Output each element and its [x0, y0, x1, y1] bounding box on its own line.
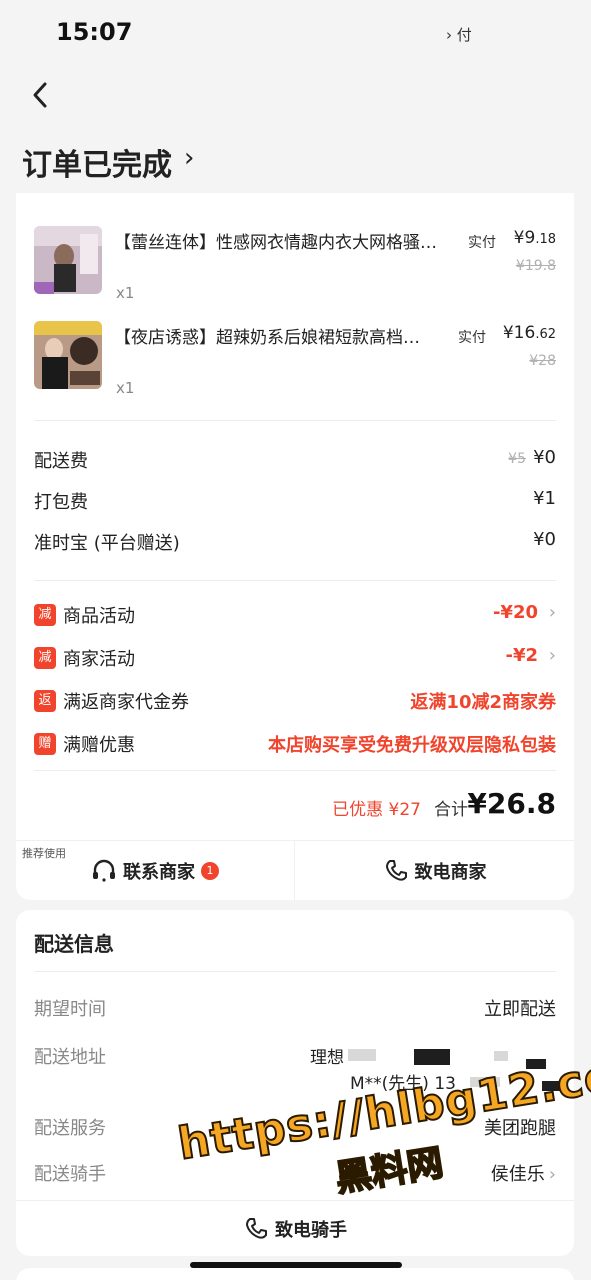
fee-value: ¥0	[533, 447, 556, 468]
address-row: 配送地址 理想 M**(先生) 13	[34, 1041, 564, 1101]
redacted-block	[494, 1051, 508, 1061]
fee-row-delivery: 配送费 ¥5 ¥0	[34, 445, 556, 475]
recommend-tag: 推荐使用	[22, 847, 66, 860]
promo-value: -¥20	[492, 602, 538, 623]
divider	[34, 420, 556, 421]
total-value: ¥26.8	[467, 787, 556, 820]
fee-value: ¥1	[533, 488, 556, 509]
promo-label: 满赠优惠	[63, 735, 135, 756]
redacted-block	[348, 1049, 376, 1061]
product-item[interactable]: 【夜店诱惑】超辣奶系后娘裙短款高档… 实付 ¥16.62 ¥28 x1	[34, 321, 556, 401]
divider	[34, 971, 556, 972]
promo-row-gift: 赠 满赠优惠 本店购买享受免费升级双层隐私包装	[34, 730, 556, 760]
saved-amount: 已优惠 ¥27	[332, 800, 421, 820]
info-label: 配送骑手	[34, 1164, 106, 1185]
chevron-right-icon: ›	[548, 1164, 556, 1185]
call-rider-label: 致电骑手	[275, 1219, 347, 1241]
discount-badge: 减	[34, 604, 56, 626]
info-value: 立即配送	[484, 999, 556, 1020]
product-qty: x1	[116, 379, 135, 397]
promo-row-product-activity[interactable]: 减 商品活动 -¥20 ›	[34, 601, 556, 631]
status-right-text: › 付	[446, 26, 472, 44]
action-bar: 联系商家 1 致电商家 推荐使用	[16, 840, 574, 901]
paid-amount: ¥9.18	[513, 228, 556, 248]
delivery-section-title: 配送信息	[34, 932, 114, 956]
next-card-edge	[16, 1268, 574, 1280]
fee-label: 打包费	[34, 492, 88, 513]
title-chevron-icon[interactable]: ›	[184, 143, 194, 173]
call-merchant-button[interactable]: 致电商家	[295, 841, 574, 901]
divider	[34, 770, 556, 771]
product-image	[34, 321, 102, 389]
fee-value: ¥0	[533, 529, 556, 550]
fee-original: ¥5	[508, 451, 526, 467]
product-item[interactable]: 【蕾丝连体】性感网衣情趣内衣大网格骚… 实付 ¥9.18 ¥19.8 x1	[34, 226, 556, 306]
delivery-info-card: 配送信息 期望时间 立即配送 配送地址 理想 M**(先生) 13 配送服务 美…	[16, 910, 574, 1256]
discount-badge: 减	[34, 647, 56, 669]
redacted-block	[526, 1059, 546, 1069]
call-rider-button[interactable]: 致电骑手	[16, 1200, 574, 1256]
unread-badge: 1	[201, 862, 219, 880]
paid-amount: ¥16.62	[502, 323, 556, 343]
contact-merchant-label: 联系商家	[123, 862, 195, 883]
promo-row-merchant-activity[interactable]: 减 商家活动 -¥2 ›	[34, 644, 556, 674]
status-time: 15:07	[56, 18, 133, 46]
product-name: 【夜店诱惑】超辣奶系后娘裙短款高档…	[114, 328, 420, 348]
fee-label: 配送费	[34, 451, 88, 472]
total-row: 已优惠 ¥27 合计 ¥26.8	[34, 787, 556, 827]
status-bar: 15:07 › 付	[0, 0, 591, 70]
chevron-right-icon: ›	[548, 602, 556, 623]
chevron-right-icon: ›	[548, 645, 556, 666]
promo-value: -¥2	[505, 645, 538, 666]
info-label: 配送地址	[34, 1047, 106, 1068]
original-price: ¥19.8	[515, 258, 556, 274]
info-value: 侯佳乐 ›	[490, 1164, 556, 1185]
promo-label: 商品活动	[63, 606, 135, 627]
chevron-left-icon	[33, 82, 47, 108]
product-name: 【蕾丝连体】性感网衣情趣内衣大网格骚…	[114, 233, 437, 253]
redacted-block	[470, 1077, 500, 1087]
info-value: 美团跑腿	[484, 1118, 556, 1139]
promo-label: 商家活动	[63, 649, 135, 670]
paid-label: 实付	[468, 235, 496, 251]
fee-row-packing: 打包费 ¥1	[34, 486, 556, 516]
rebate-badge: 返	[34, 690, 56, 712]
fee-row-ontime: 准时宝 (平台赠送) ¥0	[34, 527, 556, 557]
promo-row-voucher: 返 满返商家代金券 返满10减2商家券	[34, 687, 556, 717]
product-image	[34, 226, 102, 294]
page-title[interactable]: 订单已完成	[22, 140, 172, 184]
redacted-block	[542, 1081, 564, 1091]
redacted-block	[414, 1049, 450, 1065]
promo-value: 本店购买享受免费升级双层隐私包装	[268, 735, 556, 756]
service-row: 配送服务 美团跑腿	[34, 1112, 556, 1142]
divider	[34, 580, 556, 581]
promo-label: 满返商家代金券	[63, 692, 189, 713]
gift-badge: 赠	[34, 733, 56, 755]
promo-value: 返满10减2商家券	[410, 692, 556, 713]
info-label: 期望时间	[34, 999, 106, 1020]
address-line-2: M**(先生) 13	[350, 1074, 456, 1094]
phone-icon	[246, 1217, 267, 1239]
back-button[interactable]	[28, 80, 68, 120]
fee-label: 准时宝 (平台赠送)	[34, 533, 180, 554]
paid-label: 实付	[458, 330, 486, 346]
home-indicator[interactable]	[190, 1262, 402, 1268]
original-price: ¥28	[529, 353, 556, 369]
rider-row[interactable]: 配送骑手 侯佳乐 ›	[34, 1158, 556, 1188]
product-qty: x1	[116, 284, 135, 302]
total-label: 合计	[434, 800, 468, 820]
info-label: 配送服务	[34, 1118, 106, 1139]
call-merchant-label: 致电商家	[414, 862, 487, 883]
headset-icon	[93, 859, 115, 882]
phone-icon	[385, 860, 407, 881]
address-line-1: 理想	[310, 1048, 344, 1068]
expected-time-row: 期望时间 立即配送	[34, 993, 556, 1023]
order-card: 【蕾丝连体】性感网衣情趣内衣大网格骚… 实付 ¥9.18 ¥19.8 x1 【夜…	[16, 193, 574, 901]
